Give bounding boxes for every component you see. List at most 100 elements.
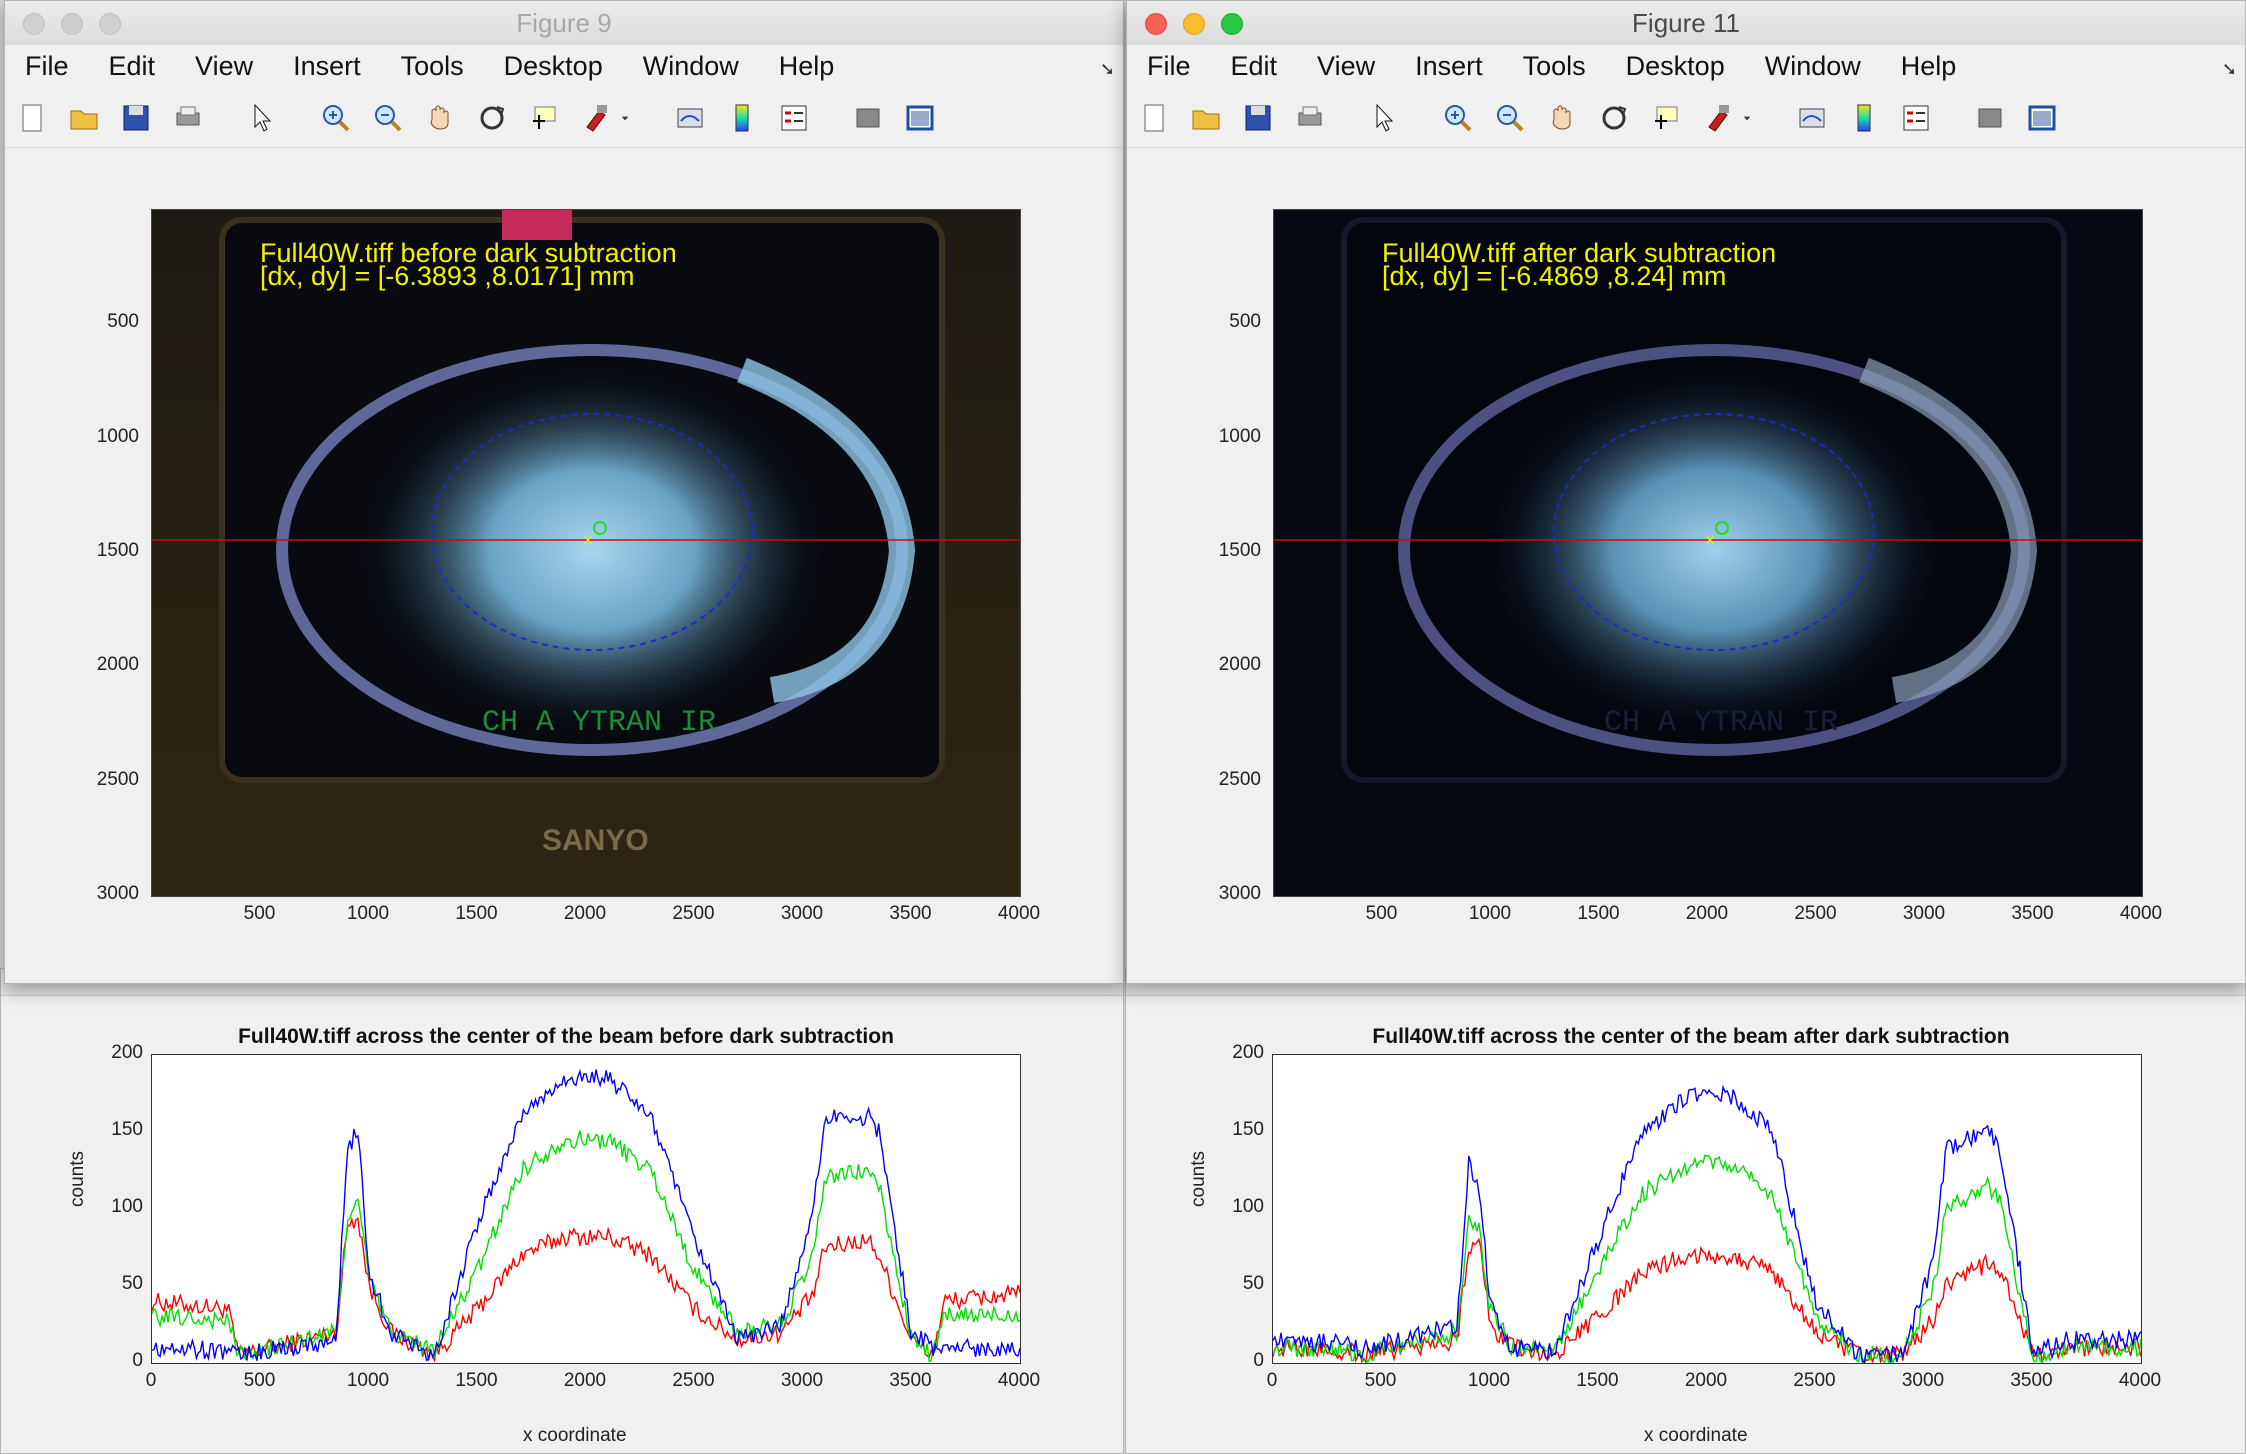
annotation-line-2: [dx, dy] = [-6.4869 ,8.24] mm (1382, 261, 1727, 291)
x-tick-label: 2000 (563, 903, 607, 924)
link-plot-icon[interactable] (673, 101, 707, 135)
rotate-3d-icon[interactable] (1597, 101, 1631, 135)
x-tick-label: 1000 (1468, 903, 1512, 924)
y-tick-label: 0 (1253, 1350, 1264, 1371)
camera-image: × CH A YTRAN IR SANYO (152, 210, 1020, 896)
menu-view[interactable]: View (195, 51, 253, 82)
x-tick-label: 2000 (1685, 903, 1729, 924)
figure-toolbar (5, 89, 1123, 148)
menu-file[interactable]: File (25, 51, 69, 82)
beam-image-before[interactable]: × CH A YTRAN IR SANYO Full40W.tiff befor… (151, 209, 1021, 897)
menu-insert[interactable]: Insert (293, 51, 361, 82)
plot-title: Full40W.tiff across the center of the be… (238, 1025, 894, 1048)
save-icon[interactable] (119, 101, 153, 135)
plot-title: Full40W.tiff across the center of the be… (1372, 1025, 2010, 1048)
x-tick-label: 4000 (997, 1370, 1041, 1391)
pan-icon[interactable] (423, 101, 457, 135)
y-tick-label: 200 (1232, 1042, 1264, 1063)
dock-arrow-icon[interactable]: ➘ (2222, 59, 2237, 80)
menu-help[interactable]: Help (779, 51, 835, 82)
y-tick-label: 1500 (1218, 540, 1261, 561)
new-figure-icon[interactable] (1137, 101, 1171, 135)
open-file-icon[interactable] (1189, 101, 1223, 135)
beam-image-after[interactable]: × CH A YTRAN IR Full40W.tiff after dark … (1273, 209, 2143, 897)
menu-desktop[interactable]: Desktop (1626, 51, 1725, 82)
hide-plot-tools-icon[interactable] (1973, 101, 2007, 135)
y-tick-label: 100 (111, 1196, 143, 1217)
new-figure-icon[interactable] (15, 101, 49, 135)
x-tick-label: 3500 (889, 1370, 932, 1391)
y-tick-label: 100 (1232, 1196, 1264, 1217)
pointer-icon[interactable] (1367, 101, 1401, 135)
link-plot-icon[interactable] (1795, 101, 1829, 135)
menu-window[interactable]: Window (1765, 51, 1861, 82)
y-tick-label: 1000 (96, 425, 139, 447)
x-tick-label: 1500 (455, 903, 498, 924)
show-plot-tools-icon[interactable] (903, 101, 937, 135)
save-icon[interactable] (1241, 101, 1275, 135)
window-title: Figure 9 (516, 8, 612, 38)
hide-plot-tools-icon[interactable] (851, 101, 885, 135)
brush-dropdown-icon[interactable] (617, 101, 633, 135)
colorbar-icon[interactable] (725, 101, 759, 135)
series-line-2 (151, 1068, 1021, 1362)
zoom-out-icon[interactable] (1493, 101, 1527, 135)
x-axis-label: x coordinate (1644, 1425, 1748, 1446)
open-file-icon[interactable] (67, 101, 101, 135)
y-tick-label: 0 (132, 1350, 143, 1371)
brush-dropdown-icon[interactable] (1739, 101, 1755, 135)
menu-window[interactable]: Window (643, 51, 739, 82)
annotation-line-2: [dx, dy] = [-6.3893 ,8.0171] mm (260, 261, 635, 291)
menu-view[interactable]: View (1317, 51, 1375, 82)
menu-desktop[interactable]: Desktop (504, 51, 603, 82)
menu-file[interactable]: File (1147, 51, 1191, 82)
dock-arrow-icon[interactable]: ➘ (1100, 59, 1115, 80)
title-bar[interactable]: Figure 11 (1127, 1, 2245, 46)
legend-icon[interactable] (777, 101, 811, 135)
monitor-brand: SANYO (542, 824, 649, 857)
x-tick-label: 2000 (1684, 1370, 1728, 1391)
menu-tools[interactable]: Tools (401, 51, 464, 82)
zoom-in-icon[interactable] (319, 101, 353, 135)
x-tick-label: 2500 (1793, 1370, 1836, 1391)
x-axis-label: x coordinate (523, 1425, 627, 1446)
menu-edit[interactable]: Edit (1231, 51, 1278, 82)
title-bar[interactable]: Figure 9 (5, 1, 1123, 46)
x-tick-label: 3500 (2011, 903, 2054, 924)
x-tick-label: 2500 (672, 903, 715, 924)
zoom-out-icon[interactable] (371, 101, 405, 135)
brush-icon[interactable] (1701, 101, 1735, 135)
menu-tools[interactable]: Tools (1523, 51, 1586, 82)
data-cursor-icon[interactable] (527, 101, 561, 135)
series-line-1 (151, 1130, 1021, 1363)
monitor-overlay-text: CH A YTRAN IR (482, 706, 716, 740)
pan-icon[interactable] (1545, 101, 1579, 135)
x-tick-label: 500 (1365, 903, 1398, 924)
series-line-2 (1272, 1084, 2142, 1365)
rotate-3d-icon[interactable] (475, 101, 509, 135)
brush-icon[interactable] (579, 101, 613, 135)
x-tick-label: 0 (1266, 1370, 1278, 1391)
x-tick-label: 0 (145, 1370, 157, 1391)
zoom-in-icon[interactable] (1441, 101, 1475, 135)
print-icon[interactable] (171, 101, 205, 135)
svg-text:×: × (583, 530, 594, 550)
data-cursor-icon[interactable] (1649, 101, 1683, 135)
x-tick-label: 500 (243, 1370, 276, 1391)
print-icon[interactable] (1293, 101, 1327, 135)
x-tick-label: 1000 (1467, 1370, 1511, 1391)
menu-help[interactable]: Help (1901, 51, 1957, 82)
y-tick-label: 1000 (1218, 425, 1261, 447)
show-plot-tools-icon[interactable] (2025, 101, 2059, 135)
colorbar-icon[interactable] (1847, 101, 1881, 135)
menu-edit[interactable]: Edit (109, 51, 156, 82)
x-tick-label: 4000 (997, 903, 1041, 924)
y-tick-label: 500 (107, 311, 139, 333)
menu-bar: File Edit View Insert Tools Desktop Wind… (1127, 45, 2245, 87)
legend-icon[interactable] (1899, 101, 1933, 135)
x-tick-label: 4000 (2119, 903, 2163, 924)
annotation-text: Full40W.tiff after dark subtraction [dx,… (1382, 240, 1776, 291)
pointer-icon[interactable] (245, 101, 279, 135)
x-tick-label: 1000 (346, 1370, 390, 1391)
menu-insert[interactable]: Insert (1415, 51, 1483, 82)
